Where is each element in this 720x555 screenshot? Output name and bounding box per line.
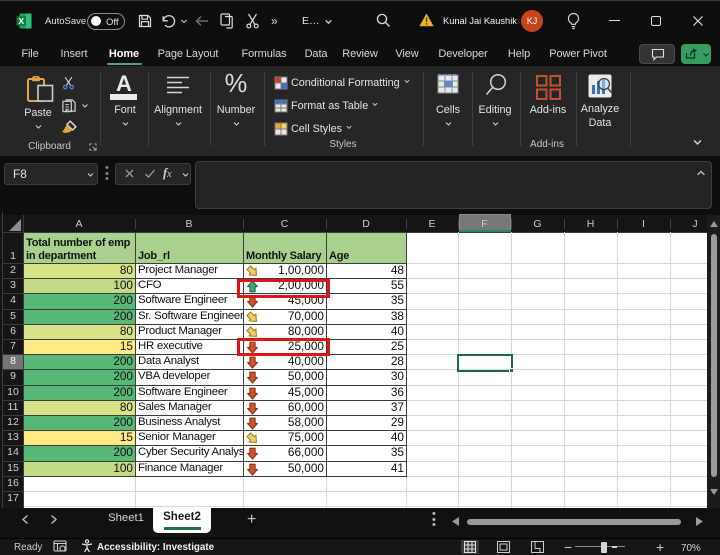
svg-text:X: X: [18, 16, 24, 26]
